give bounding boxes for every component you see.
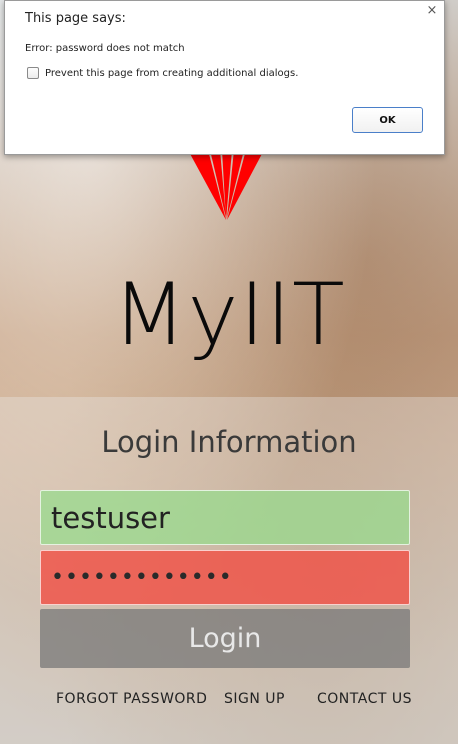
login-heading: Login Information — [101, 425, 357, 459]
password-value: ••••••••••••• — [51, 565, 233, 590]
app-title: MyIIT — [112, 265, 346, 365]
prevent-dialogs-option[interactable]: Prevent this page from creating addition… — [27, 67, 298, 79]
forgot-password-link[interactable]: FORGOT PASSWORD — [56, 691, 207, 707]
close-icon[interactable]: × — [425, 4, 439, 18]
login-button[interactable]: Login — [40, 609, 410, 668]
ok-button[interactable]: OK — [352, 107, 423, 133]
alert-dialog: This page says: × Error: password does n… — [4, 0, 445, 155]
footer-links: FORGOT PASSWORD SIGN UP CONTACT US — [0, 691, 458, 711]
dialog-message: Error: password does not match — [25, 43, 185, 54]
prevent-dialogs-checkbox[interactable] — [27, 67, 39, 79]
dialog-title: This page says: — [25, 11, 126, 26]
sign-up-link[interactable]: SIGN UP — [224, 691, 285, 707]
prevent-dialogs-label[interactable]: Prevent this page from creating addition… — [45, 68, 298, 79]
password-input[interactable]: ••••••••••••• — [40, 550, 410, 605]
username-input[interactable]: testuser — [40, 490, 410, 545]
username-value: testuser — [51, 500, 170, 535]
contact-us-link[interactable]: CONTACT US — [317, 691, 412, 707]
